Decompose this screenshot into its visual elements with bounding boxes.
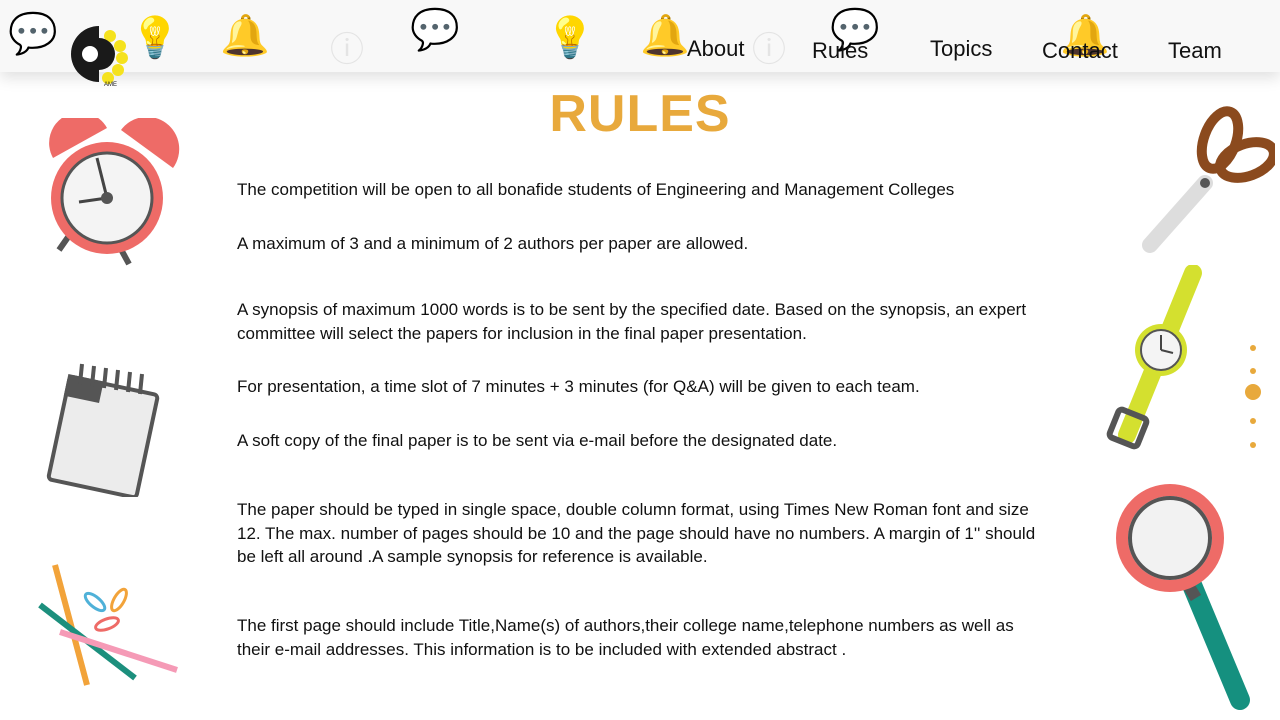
- pagination-dot[interactable]: [1250, 442, 1256, 448]
- info-bg-icon: ⓘ: [752, 31, 786, 69]
- pagination-dot-active[interactable]: [1245, 384, 1261, 400]
- rule-item: The competition will be open to all bona…: [237, 180, 955, 199]
- rule-item: A soft copy of the final paper is to be …: [237, 431, 838, 450]
- info-bg-icon: ⓘ: [330, 31, 364, 69]
- header: 💬 💡 🔔 ⓘ 💬 💡 🔔 ⓘ 💬 🔔 AME About Rules Topi…: [0, 0, 1280, 88]
- pagination-dot[interactable]: [1250, 418, 1256, 424]
- rule-item: The paper should be typed in single spac…: [237, 500, 1036, 566]
- nav-contact[interactable]: Contact: [1042, 38, 1118, 64]
- rule-item: A synopsis of maximum 1000 words is to b…: [237, 300, 1027, 343]
- nav-team[interactable]: Team: [1168, 38, 1222, 64]
- scissors-icon: [1142, 106, 1275, 253]
- bulb-bg-icon: 💡: [545, 16, 595, 60]
- bell-bg-icon: 🔔: [220, 14, 270, 58]
- nav-rules[interactable]: Rules: [812, 38, 868, 64]
- pagination-dot[interactable]: [1250, 368, 1256, 374]
- pencils-and-clips-icon: [38, 564, 178, 686]
- logo[interactable]: AME: [68, 24, 130, 88]
- rule-item: A maximum of 3 and a minimum of 2 author…: [237, 234, 749, 253]
- alarm-clock-icon: [49, 118, 180, 266]
- faq-bg-icon: 💬: [410, 8, 460, 52]
- svg-text:AME: AME: [104, 82, 117, 88]
- magnifying-glass-icon: [1116, 484, 1250, 710]
- nav-topics[interactable]: Topics: [930, 36, 992, 62]
- faq-bg-icon: 💬: [8, 12, 58, 56]
- pagination-dot[interactable]: [1250, 345, 1256, 351]
- bulb-bg-icon: 💡: [130, 16, 180, 60]
- nav-about[interactable]: About: [687, 36, 745, 62]
- notepad-icon: [46, 363, 160, 497]
- wristwatch-icon: [1106, 265, 1202, 450]
- bell-bg-icon: 🔔: [640, 14, 690, 58]
- rule-item: The first page should include Title,Name…: [237, 616, 1014, 659]
- rule-item: For presentation, a time slot of 7 minut…: [237, 377, 920, 396]
- page-title: RULES: [549, 85, 731, 143]
